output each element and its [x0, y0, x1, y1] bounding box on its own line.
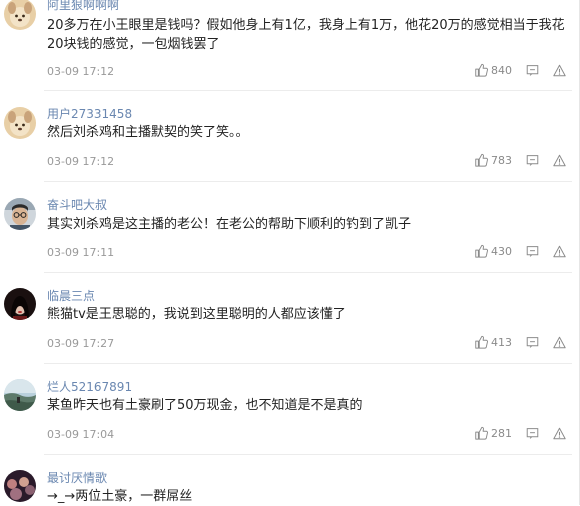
- like-count: 413: [491, 335, 512, 349]
- reply-icon[interactable]: [526, 154, 539, 167]
- like-count: 840: [491, 63, 512, 77]
- username[interactable]: 阿里狠啊啊啊: [47, 0, 119, 13]
- reply-icon[interactable]: [526, 336, 539, 349]
- like-button[interactable]: 840: [474, 63, 512, 77]
- comment-item: 最讨厌情歌 →_→两位土豪，一群屌丝: [0, 455, 580, 505]
- comment-item: 烂人52167891 某鱼昨天也有土豪刷了50万现金，也不知道是不是真的 03-…: [0, 364, 580, 455]
- thumbs-up-icon: [475, 63, 488, 77]
- comment-item: 阿里狠啊啊啊 20多万在小王眼里是钱吗？假如他身上有1亿，我身上有1万，他花20…: [0, 0, 580, 91]
- username[interactable]: 最讨厌情歌: [47, 469, 107, 486]
- avatar[interactable]: [4, 288, 36, 320]
- thumbs-up-icon: [475, 426, 488, 440]
- comment-item: 奋斗吧大叔 其实刘杀鸡是这主播的老公！在老公的帮助下顺利的钓到了凯子 03-09…: [0, 182, 580, 273]
- username[interactable]: 烂人52167891: [47, 378, 132, 395]
- comment-text: 熊猫tv是王思聪的，我说到这里聪明的人都应该懂了: [47, 307, 346, 322]
- thumbs-up-icon: [475, 153, 488, 167]
- comment-item: 用户27331458 然后刘杀鸡和主播默契的笑了笑。。 03-09 17:12 …: [0, 91, 580, 182]
- avatar[interactable]: [4, 198, 36, 230]
- timestamp: 03-09 17:12: [47, 65, 115, 78]
- report-icon[interactable]: [553, 336, 566, 349]
- username[interactable]: 临晨三点: [47, 287, 95, 304]
- report-icon[interactable]: [553, 154, 566, 167]
- like-button[interactable]: 783: [474, 153, 512, 167]
- report-icon[interactable]: [553, 64, 566, 77]
- comment-text: →_→两位土豪，一群屌丝: [47, 489, 193, 504]
- comment-list: 阿里狠啊啊啊 20多万在小王眼里是钱吗？假如他身上有1亿，我身上有1万，他花20…: [0, 0, 580, 505]
- like-button[interactable]: 430: [474, 244, 512, 258]
- like-count: 430: [491, 244, 512, 258]
- comment-text: 其实刘杀鸡是这主播的老公！在老公的帮助下顺利的钓到了凯子: [47, 217, 412, 232]
- report-icon[interactable]: [553, 245, 566, 258]
- like-count: 281: [491, 426, 512, 440]
- username[interactable]: 奋斗吧大叔: [47, 196, 107, 213]
- comment-text: 某鱼昨天也有土豪刷了50万现金，也不知道是不是真的: [47, 398, 363, 413]
- like-count: 783: [491, 153, 512, 167]
- comment-text: 然后刘杀鸡和主播默契的笑了笑。。: [47, 125, 249, 140]
- timestamp: 03-09 17:12: [47, 155, 115, 168]
- thumbs-up-icon: [475, 244, 488, 258]
- username[interactable]: 用户27331458: [47, 105, 132, 122]
- comment-item: 临晨三点 熊猫tv是王思聪的，我说到这里聪明的人都应该懂了 03-09 17:2…: [0, 273, 580, 364]
- avatar[interactable]: [4, 0, 36, 30]
- like-button[interactable]: 413: [474, 335, 512, 349]
- report-icon[interactable]: [553, 427, 566, 440]
- timestamp: 03-09 17:11: [47, 246, 115, 259]
- thumbs-up-icon: [475, 335, 488, 349]
- reply-icon[interactable]: [526, 245, 539, 258]
- like-button[interactable]: 281: [474, 426, 512, 440]
- timestamp: 03-09 17:27: [47, 337, 115, 350]
- comment-text: 20多万在小王眼里是钱吗？假如他身上有1亿，我身上有1万，他花20万的感觉相当于…: [47, 18, 565, 52]
- reply-icon[interactable]: [526, 427, 539, 440]
- reply-icon[interactable]: [526, 64, 539, 77]
- avatar[interactable]: [4, 107, 36, 139]
- timestamp: 03-09 17:04: [47, 428, 115, 441]
- avatar[interactable]: [4, 379, 36, 411]
- avatar[interactable]: [4, 470, 36, 502]
